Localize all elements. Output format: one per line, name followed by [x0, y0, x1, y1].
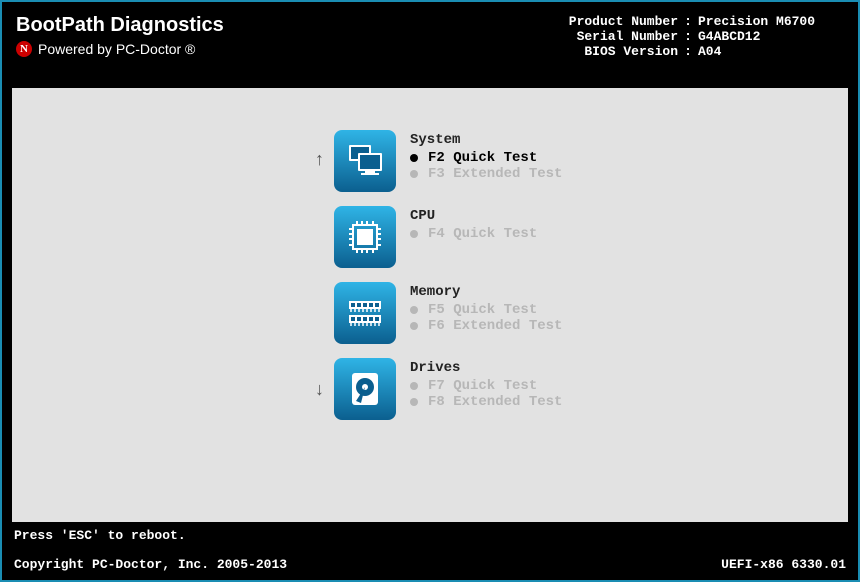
- memory-icon: [334, 282, 396, 344]
- copyright: Copyright PC-Doctor, Inc. 2005-2013: [14, 557, 287, 572]
- option-f6-extended-test[interactable]: F6 Extended Test: [410, 318, 562, 334]
- nav-down-arrow-icon[interactable]: ↓: [314, 382, 325, 400]
- info-row-bios: BIOS Version : A04: [538, 44, 838, 59]
- serial-number-value: G4ABCD12: [698, 29, 838, 44]
- bullet-icon: [410, 230, 418, 238]
- category-body: Memory F5 Quick Test F6 Extended Test: [410, 282, 562, 334]
- option-label: F4 Quick Test: [428, 226, 537, 242]
- option-f4-quick-test[interactable]: F4 Quick Test: [410, 226, 537, 242]
- product-number-label: Product Number: [538, 14, 678, 29]
- category-cpu[interactable]: CPU F4 Quick Test: [334, 206, 826, 268]
- option-label: F3 Extended Test: [428, 166, 562, 182]
- category-title: Drives: [410, 360, 562, 376]
- bullet-icon: [410, 306, 418, 314]
- category-title: System: [410, 132, 562, 148]
- footer-bottom: Copyright PC-Doctor, Inc. 2005-2013 UEFI…: [14, 557, 846, 572]
- category-system[interactable]: ↑ System F2 Quick Test: [334, 130, 826, 192]
- footer: Press 'ESC' to reboot. Copyright PC-Doct…: [2, 528, 858, 580]
- drives-icon: [334, 358, 396, 420]
- reboot-hint: Press 'ESC' to reboot.: [14, 528, 846, 543]
- option-f2-quick-test[interactable]: F2 Quick Test: [410, 150, 562, 166]
- bullet-icon: [410, 154, 418, 162]
- option-label: F7 Quick Test: [428, 378, 537, 394]
- option-f3-extended-test[interactable]: F3 Extended Test: [410, 166, 562, 182]
- option-label: F6 Extended Test: [428, 318, 562, 334]
- platform-version: UEFI-x86 6330.01: [721, 557, 846, 572]
- bullet-icon: [410, 170, 418, 178]
- bullet-icon: [410, 322, 418, 330]
- subtitle-row: N Powered by PC-Doctor ®: [16, 41, 224, 57]
- bullet-icon: [410, 398, 418, 406]
- bios-version-value: A04: [698, 44, 838, 59]
- category-title: CPU: [410, 208, 537, 224]
- category-body: System F2 Quick Test F3 Extended Test: [410, 130, 562, 182]
- category-drives[interactable]: ↓ Drives F7 Quick Test: [334, 358, 826, 420]
- app-subtitle: Powered by PC-Doctor ®: [38, 41, 195, 57]
- system-info: Product Number : Precision M6700 Serial …: [538, 14, 838, 59]
- option-f5-quick-test[interactable]: F5 Quick Test: [410, 302, 562, 318]
- app-title: BootPath Diagnostics: [16, 14, 224, 37]
- category-title: Memory: [410, 284, 562, 300]
- option-label: F5 Quick Test: [428, 302, 537, 318]
- bullet-icon: [410, 382, 418, 390]
- option-label: F2 Quick Test: [428, 150, 537, 166]
- title-block: BootPath Diagnostics N Powered by PC-Doc…: [16, 14, 224, 57]
- system-icon: [334, 130, 396, 192]
- serial-number-label: Serial Number: [538, 29, 678, 44]
- option-f8-extended-test[interactable]: F8 Extended Test: [410, 394, 562, 410]
- info-row-serial: Serial Number : G4ABCD12: [538, 29, 838, 44]
- main-panel: ↑ System F2 Quick Test: [12, 88, 848, 522]
- bios-version-label: BIOS Version: [538, 44, 678, 59]
- category-memory[interactable]: Memory F5 Quick Test F6 Extended Test: [334, 282, 826, 344]
- diagnostics-screen: BootPath Diagnostics N Powered by PC-Doc…: [0, 0, 860, 582]
- option-label: F8 Extended Test: [428, 394, 562, 410]
- product-number-value: Precision M6700: [698, 14, 838, 29]
- cpu-icon: [334, 206, 396, 268]
- diagnostic-menu[interactable]: ↑ System F2 Quick Test: [334, 130, 826, 420]
- pc-doctor-logo-icon: N: [16, 41, 32, 57]
- option-f7-quick-test[interactable]: F7 Quick Test: [410, 378, 562, 394]
- category-body: Drives F7 Quick Test F8 Extended Test: [410, 358, 562, 410]
- header: BootPath Diagnostics N Powered by PC-Doc…: [2, 2, 858, 67]
- info-row-product: Product Number : Precision M6700: [538, 14, 838, 29]
- nav-up-arrow-icon[interactable]: ↑: [314, 152, 325, 170]
- category-body: CPU F4 Quick Test: [410, 206, 537, 242]
